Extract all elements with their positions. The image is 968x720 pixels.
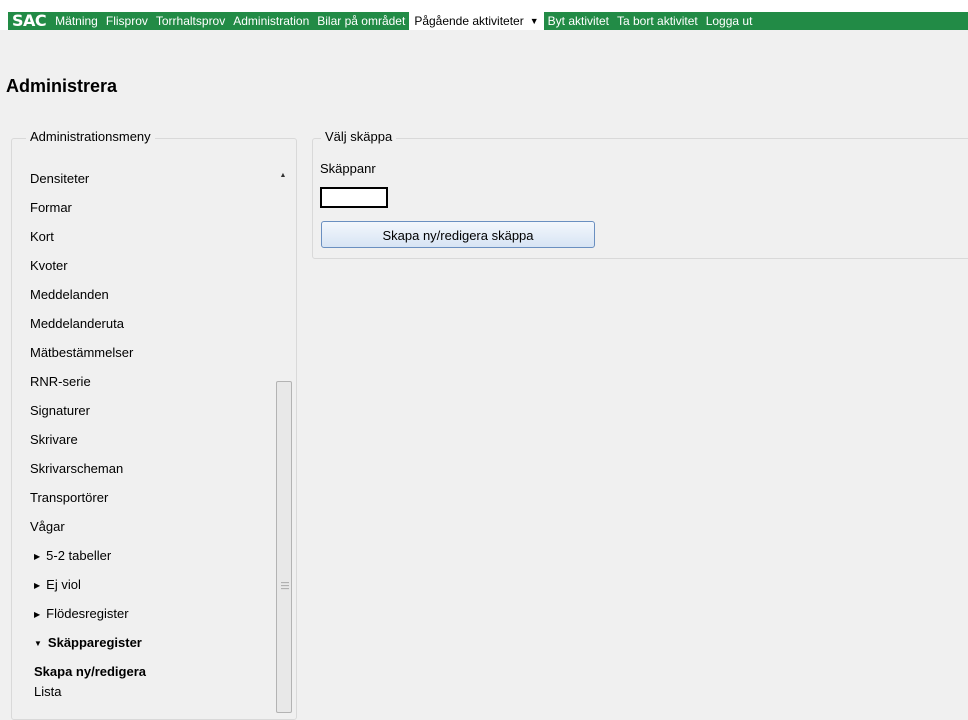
menu-item-transportorer[interactable]: Transportörer: [30, 487, 146, 516]
menu-item-signaturer[interactable]: Signaturer: [30, 400, 146, 429]
skappanr-input[interactable]: [320, 187, 388, 208]
menu-child-lista[interactable]: Lista: [30, 681, 146, 701]
scroll-thumb[interactable]: — — —: [276, 381, 292, 713]
menu-item-vagar[interactable]: Vågar: [30, 516, 146, 545]
triangle-right-icon: ▶: [34, 552, 41, 561]
top-banner: SAC Mätning Flisprov Torrhaltsprov Admin…: [0, 0, 968, 30]
nav-torrhaltsprov[interactable]: Torrhaltsprov: [152, 12, 229, 30]
admin-menu-legend: Administrationsmeny: [26, 129, 155, 144]
menu-item-meddelanderuta[interactable]: Meddelanderuta: [30, 313, 146, 342]
menu-group-ej-viol[interactable]: ▶ Ej viol: [30, 574, 146, 603]
nav-bilar[interactable]: Bilar på området: [313, 12, 409, 30]
menu-item-densiteter[interactable]: Densiteter: [30, 168, 146, 197]
nav-logga-ut[interactable]: Logga ut: [702, 12, 757, 30]
menu-group-skapparegister[interactable]: ▼ Skäpparegister: [30, 632, 146, 661]
scroll-up-arrow-icon[interactable]: ▲: [275, 172, 291, 186]
menu-group-label: Ej viol: [46, 577, 81, 592]
nav-pagaende-aktiviteter-dropdown[interactable]: Pågående aktiviteter ▼: [409, 12, 544, 30]
menu-group-5-2-tabeller[interactable]: ▶ 5-2 tabeller: [30, 545, 146, 574]
logo: SAC: [12, 12, 47, 30]
triangle-down-icon: ▼: [34, 639, 42, 648]
create-edit-skappa-button[interactable]: Skapa ny/redigera skäppa: [321, 221, 595, 248]
skappanr-label: Skäppanr: [320, 161, 376, 176]
menu-item-rnr-serie[interactable]: RNR-serie: [30, 371, 146, 400]
menu-item-kvoter[interactable]: Kvoter: [30, 255, 146, 284]
menu-group-label: 5-2 tabeller: [46, 548, 112, 563]
menu-item-meddelanden[interactable]: Meddelanden: [30, 284, 146, 313]
menu-group-label: Flödesregister: [46, 606, 129, 621]
menu-item-skrivare[interactable]: Skrivare: [30, 429, 146, 458]
menu-item-kort[interactable]: Kort: [30, 226, 146, 255]
page-title: Administrera: [6, 76, 118, 96]
menu-group-flodesregister[interactable]: ▶ Flödesregister: [30, 603, 146, 632]
grip-icon: — — —: [281, 578, 289, 593]
nav-matning[interactable]: Mätning: [51, 12, 102, 30]
dropdown-label: Pågående aktiviteter: [414, 14, 524, 28]
main-navigation: SAC Mätning Flisprov Torrhaltsprov Admin…: [8, 12, 968, 30]
menu-scrollbar[interactable]: ▲ — — —: [275, 165, 292, 713]
admin-menu-list: Densiteter Formar Kort Kvoter Meddelande…: [30, 168, 146, 701]
nav-flisprov[interactable]: Flisprov: [102, 12, 152, 30]
nav-administration[interactable]: Administration: [229, 12, 313, 30]
menu-group-label: Skäpparegister: [47, 635, 142, 650]
nav-ta-bort-aktivitet[interactable]: Ta bort aktivitet: [613, 12, 702, 30]
menu-item-matbestammelser[interactable]: Mätbestämmelser: [30, 342, 146, 371]
triangle-right-icon: ▶: [34, 610, 41, 619]
caret-down-icon: ▼: [529, 16, 539, 26]
triangle-right-icon: ▶: [34, 581, 41, 590]
menu-item-skrivarscheman[interactable]: Skrivarscheman: [30, 458, 146, 487]
menu-child-skapa-ny-redigera[interactable]: Skapa ny/redigera: [30, 661, 146, 681]
select-skappa-legend: Välj skäppa: [321, 129, 397, 144]
menu-item-formar[interactable]: Formar: [30, 197, 146, 226]
nav-byt-aktivitet[interactable]: Byt aktivitet: [544, 12, 613, 30]
